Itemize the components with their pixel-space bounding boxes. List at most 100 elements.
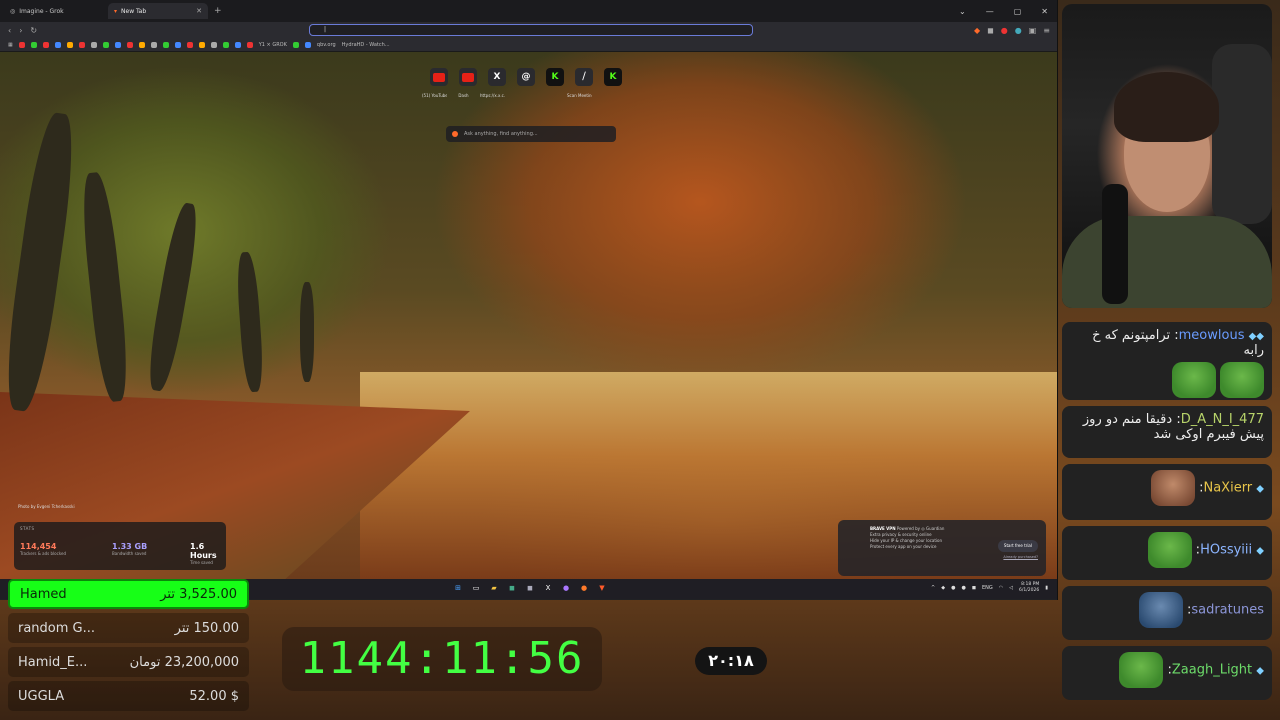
donation-amount: 150.00 تتر [174, 620, 239, 636]
vpn-card: BRAVE VPN Powered by ◎ Guardian Extra pr… [838, 520, 1046, 576]
bookmark-item[interactable] [198, 41, 205, 48]
brave-leo-icon [452, 131, 458, 137]
language-indicator[interactable]: ENG [982, 585, 993, 591]
gaming-chair [1212, 44, 1272, 224]
time-saved-value: 1.6 Hours [190, 542, 217, 560]
wallet-icon[interactable]: ▣ [1029, 26, 1037, 35]
tray-icon[interactable]: ◆ [941, 585, 945, 591]
shortcut-label: https://x.x.c... [480, 93, 505, 98]
apps-icon[interactable]: ▦ [8, 42, 13, 48]
bookmark-item[interactable] [78, 41, 85, 48]
chat-username[interactable]: HOssyiii [1200, 543, 1252, 558]
kick-icon[interactable]: K [604, 68, 622, 86]
diamond-badge-icon: ◆ [1256, 545, 1264, 557]
already-purchased-link[interactable]: Already purchased? [1003, 554, 1038, 560]
shortcut-label: Dash [458, 93, 469, 98]
x-icon[interactable]: X [488, 68, 506, 86]
bookmark-item[interactable] [304, 41, 311, 48]
app-icon[interactable]: ◼ [506, 582, 518, 594]
grok-icon[interactable]: ⧸ [575, 68, 593, 86]
bookmark-item[interactable]: Y1 × GROK [259, 42, 287, 48]
chat-username[interactable]: Zaagh_Light [1172, 663, 1252, 678]
bookmark-item[interactable] [222, 41, 229, 48]
chevron-up-icon[interactable]: ^ [931, 585, 935, 591]
app-icon[interactable]: ● [578, 582, 590, 594]
bookmark-item[interactable] [42, 41, 49, 48]
chat-username[interactable]: NaXierr [1203, 481, 1252, 496]
start-trial-button[interactable]: Start free trial [997, 540, 1038, 552]
pepe-emote-icon [1119, 652, 1164, 688]
notification-icon[interactable]: ▮ [1045, 585, 1048, 591]
shocked-emote-icon [1138, 592, 1183, 628]
maximize-button[interactable]: ▢ [1014, 7, 1022, 16]
brave-icon[interactable]: ▼ [596, 582, 608, 594]
volume-icon[interactable]: ◁ [1009, 585, 1013, 591]
new-tab-button[interactable]: + [214, 6, 222, 16]
chat-message: ◆ HOssyiii: [1062, 526, 1272, 580]
bookmark-item[interactable] [102, 41, 109, 48]
bookmark-item[interactable] [292, 41, 299, 48]
trackers-count: 114,454 [20, 542, 57, 551]
youtube-icon[interactable] [430, 68, 448, 86]
donor-name: Hamid_E... [18, 654, 88, 670]
tray-icon[interactable]: ● [951, 585, 955, 591]
bookmark-item[interactable] [126, 41, 133, 48]
tab-new-tab[interactable]: ▾ New Tab ✕ [108, 3, 208, 19]
bookmark-item[interactable] [150, 41, 157, 48]
local-clock: ۲۰:۱۸ [695, 647, 767, 675]
close-window-button[interactable]: ✕ [1041, 7, 1048, 16]
pepe-cool-emote-icon [1147, 532, 1192, 568]
grok-icon: ◎ [10, 7, 16, 15]
bookmark-item[interactable] [138, 41, 145, 48]
address-bar[interactable]: | [309, 24, 753, 36]
x-icon[interactable]: X [542, 582, 554, 594]
windows-start-icon[interactable]: ⊞ [452, 582, 464, 594]
obs-icon[interactable]: ● [560, 582, 572, 594]
bookmark-item[interactable] [114, 41, 121, 48]
back-button[interactable]: ‹ [8, 26, 11, 35]
bookmark-item[interactable] [30, 41, 37, 48]
bookmark-item[interactable] [90, 41, 97, 48]
bookmark-item[interactable] [54, 41, 61, 48]
extension-icon[interactable]: ● [1015, 26, 1022, 35]
wifi-icon[interactable]: ◠ [999, 585, 1003, 591]
bookmark-item[interactable]: HydraHD - Watch... [342, 42, 390, 48]
chat-username[interactable]: meowlous [1179, 328, 1245, 343]
tab-imagine-grok[interactable]: ◎ Imagine - Grok [4, 3, 104, 19]
extension-icon[interactable]: ● [1001, 26, 1008, 35]
youtube-icon[interactable] [459, 68, 477, 86]
tray-icon[interactable]: ◼ [972, 585, 976, 591]
bookmark-item[interactable] [186, 41, 193, 48]
kick-icon[interactable]: K [546, 68, 564, 86]
bookmark-item[interactable] [210, 41, 217, 48]
bookmarks-bar: ▦ Y1 × GROK qbv.org HydraHD - Watch... [0, 38, 1057, 52]
bookmark-item[interactable] [246, 41, 253, 48]
chat-username[interactable]: sadratunes [1191, 603, 1264, 618]
ask-search-input[interactable]: Ask anything, find anything... [446, 126, 616, 142]
bookmark-item[interactable] [174, 41, 181, 48]
search-icon[interactable]: ▭ [470, 582, 482, 594]
shield-icon[interactable]: ◆ [974, 26, 980, 35]
bookmark-item[interactable]: qbv.org [317, 42, 336, 48]
chat-username[interactable]: D_A_N_I_477 [1181, 412, 1264, 427]
bookmark-item[interactable] [234, 41, 241, 48]
shortcut-label [509, 93, 534, 98]
threads-icon[interactable]: @ [517, 68, 535, 86]
app-icon[interactable]: ◼ [524, 582, 536, 594]
chevron-down-icon[interactable]: ⌄ [959, 7, 966, 16]
bookmark-item[interactable] [18, 41, 25, 48]
donor-name: random G... [18, 620, 96, 636]
extension-icon[interactable]: ◼ [987, 26, 994, 35]
close-tab-icon[interactable]: ✕ [196, 7, 202, 15]
menu-icon[interactable]: ≡ [1043, 26, 1050, 35]
bookmark-item[interactable] [66, 41, 73, 48]
bookmark-item[interactable] [162, 41, 169, 48]
tray-icon[interactable]: ● [961, 585, 965, 591]
forward-button[interactable]: › [19, 26, 22, 35]
system-clock[interactable]: 8:18 PM 6/1/2026 [1019, 582, 1039, 594]
reload-button[interactable]: ↻ [30, 26, 37, 35]
minimize-button[interactable]: — [986, 7, 994, 16]
diamond-badge-icon: ◆ [1256, 483, 1264, 495]
file-explorer-icon[interactable]: ▰ [488, 582, 500, 594]
trackers-label: Trackers & ads blocked [20, 551, 66, 556]
